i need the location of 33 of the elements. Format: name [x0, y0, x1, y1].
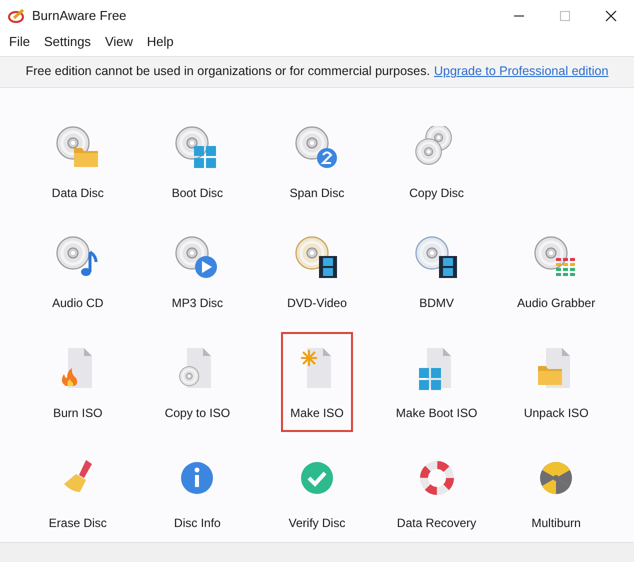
tool-button[interactable]: MP3 Disc [147, 222, 248, 322]
close-icon [605, 10, 617, 22]
tool-button[interactable]: Copy Disc [386, 112, 487, 212]
tool-button[interactable]: Erase Disc [28, 442, 128, 542]
tool-button[interactable]: Unpack ISO [506, 332, 606, 432]
notice-text: Free edition cannot be used in organizations or for commercial purposes. [26, 63, 430, 80]
disc-number-icon [294, 126, 339, 170]
tool-button[interactable]: DVD-Video [266, 222, 367, 322]
tool-button[interactable]: Copy to ISO [147, 332, 248, 432]
tool-button[interactable]: Disc Info [147, 442, 248, 542]
tool-button[interactable]: Multiburn [506, 442, 606, 542]
upgrade-link[interactable]: Upgrade to Professional edition [434, 62, 608, 82]
tool-button[interactable]: Boot Disc [147, 112, 248, 212]
tool-button[interactable]: Data Disc [28, 112, 128, 212]
menu-item[interactable]: Help [140, 32, 181, 52]
tool-button[interactable]: Verify Disc [266, 442, 367, 542]
tool-button[interactable]: Make ISO [280, 332, 353, 432]
disc-film-icon [414, 236, 459, 280]
app-logo-icon [8, 8, 26, 24]
disc-play-icon [175, 236, 220, 280]
tool-button[interactable]: Data Recovery [386, 442, 487, 542]
menu-item[interactable]: Settings [36, 32, 98, 52]
maximize-icon [559, 10, 571, 22]
menu-item[interactable]: File [2, 32, 37, 52]
window-title: BurnAware Free [32, 7, 126, 26]
tool-button[interactable]: Make Boot ISO [386, 332, 487, 432]
tool-button[interactable]: Audio CD [28, 222, 128, 322]
tool-button[interactable]: BDMV [386, 222, 487, 322]
tool-button[interactable]: Burn ISO [28, 332, 128, 432]
menu-item[interactable]: View [98, 32, 140, 52]
tool-button[interactable]: Span Disc [266, 112, 367, 212]
disc-film-icon [294, 236, 339, 280]
tool-button[interactable]: Audio Grabber [506, 222, 606, 322]
